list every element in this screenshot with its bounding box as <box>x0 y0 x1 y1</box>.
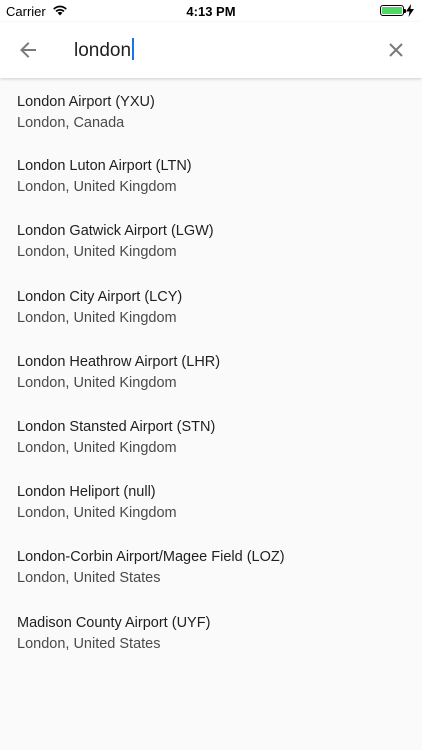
status-time: 4:13 PM <box>186 4 236 19</box>
airport-location: London, United Kingdom <box>17 244 177 261</box>
airport-name: London Stansted Airport (STN) <box>17 418 216 435</box>
close-icon <box>389 43 403 57</box>
list-item[interactable]: London Heliport (null) London, United Ki… <box>0 469 422 534</box>
search-header: london <box>0 22 422 78</box>
list-item[interactable]: London Luton Airport (LTN) London, Unite… <box>0 143 422 208</box>
search-query: london <box>74 40 132 61</box>
battery-icon <box>380 5 406 16</box>
airport-name: London-Corbin Airport/Magee Field (LOZ) <box>17 549 285 566</box>
list-item[interactable]: London Heathrow Airport (LHR) London, Un… <box>0 339 422 404</box>
battery-level <box>382 7 402 14</box>
clear-search-button[interactable] <box>382 36 410 64</box>
airport-name: Madison County Airport (UYF) <box>17 614 211 631</box>
airport-location: London, United Kingdom <box>17 309 177 326</box>
list-item[interactable]: London Stansted Airport (STN) London, Un… <box>0 404 422 469</box>
list-item[interactable]: London Gatwick Airport (LGW) London, Uni… <box>0 208 422 273</box>
airport-name: London Heathrow Airport (LHR) <box>17 353 221 370</box>
airport-name: London City Airport (LCY) <box>17 288 183 305</box>
airport-name: London Airport (YXU) <box>17 94 155 110</box>
airport-location: London, United States <box>17 570 161 587</box>
back-button[interactable] <box>14 36 42 64</box>
list-item[interactable]: London City Airport (LCY) London, United… <box>0 274 422 339</box>
status-bar: Carrier 4:13 PM <box>0 0 422 22</box>
airport-location: London, United States <box>17 635 161 652</box>
airport-name: London Gatwick Airport (LGW) <box>17 223 214 240</box>
airport-location: London, United Kingdom <box>17 179 177 196</box>
airport-name: London Luton Airport (LTN) <box>17 158 192 175</box>
charging-bolt-icon <box>406 4 414 17</box>
airport-location: London, United Kingdom <box>17 374 177 391</box>
airport-search-screen: Carrier 4:13 PM london London Airport (Y… <box>0 0 422 750</box>
airport-location: London, United Kingdom <box>17 439 177 456</box>
arrow-left-icon <box>20 42 36 58</box>
search-input[interactable]: london <box>74 38 135 63</box>
airport-location: London, United Kingdom <box>17 505 177 522</box>
list-item[interactable]: Madison County Airport (UYF) London, Uni… <box>0 600 422 665</box>
text-caret <box>132 38 135 60</box>
airport-name: London Heliport (null) <box>17 484 156 501</box>
airport-location: London, Canada <box>17 115 125 131</box>
list-item[interactable]: London-Corbin Airport/Magee Field (LOZ) … <box>0 534 422 599</box>
search-results-list: London Airport (YXU) London, Canada Lond… <box>0 78 422 665</box>
list-item[interactable]: London Airport (YXU) London, Canada <box>0 78 422 143</box>
